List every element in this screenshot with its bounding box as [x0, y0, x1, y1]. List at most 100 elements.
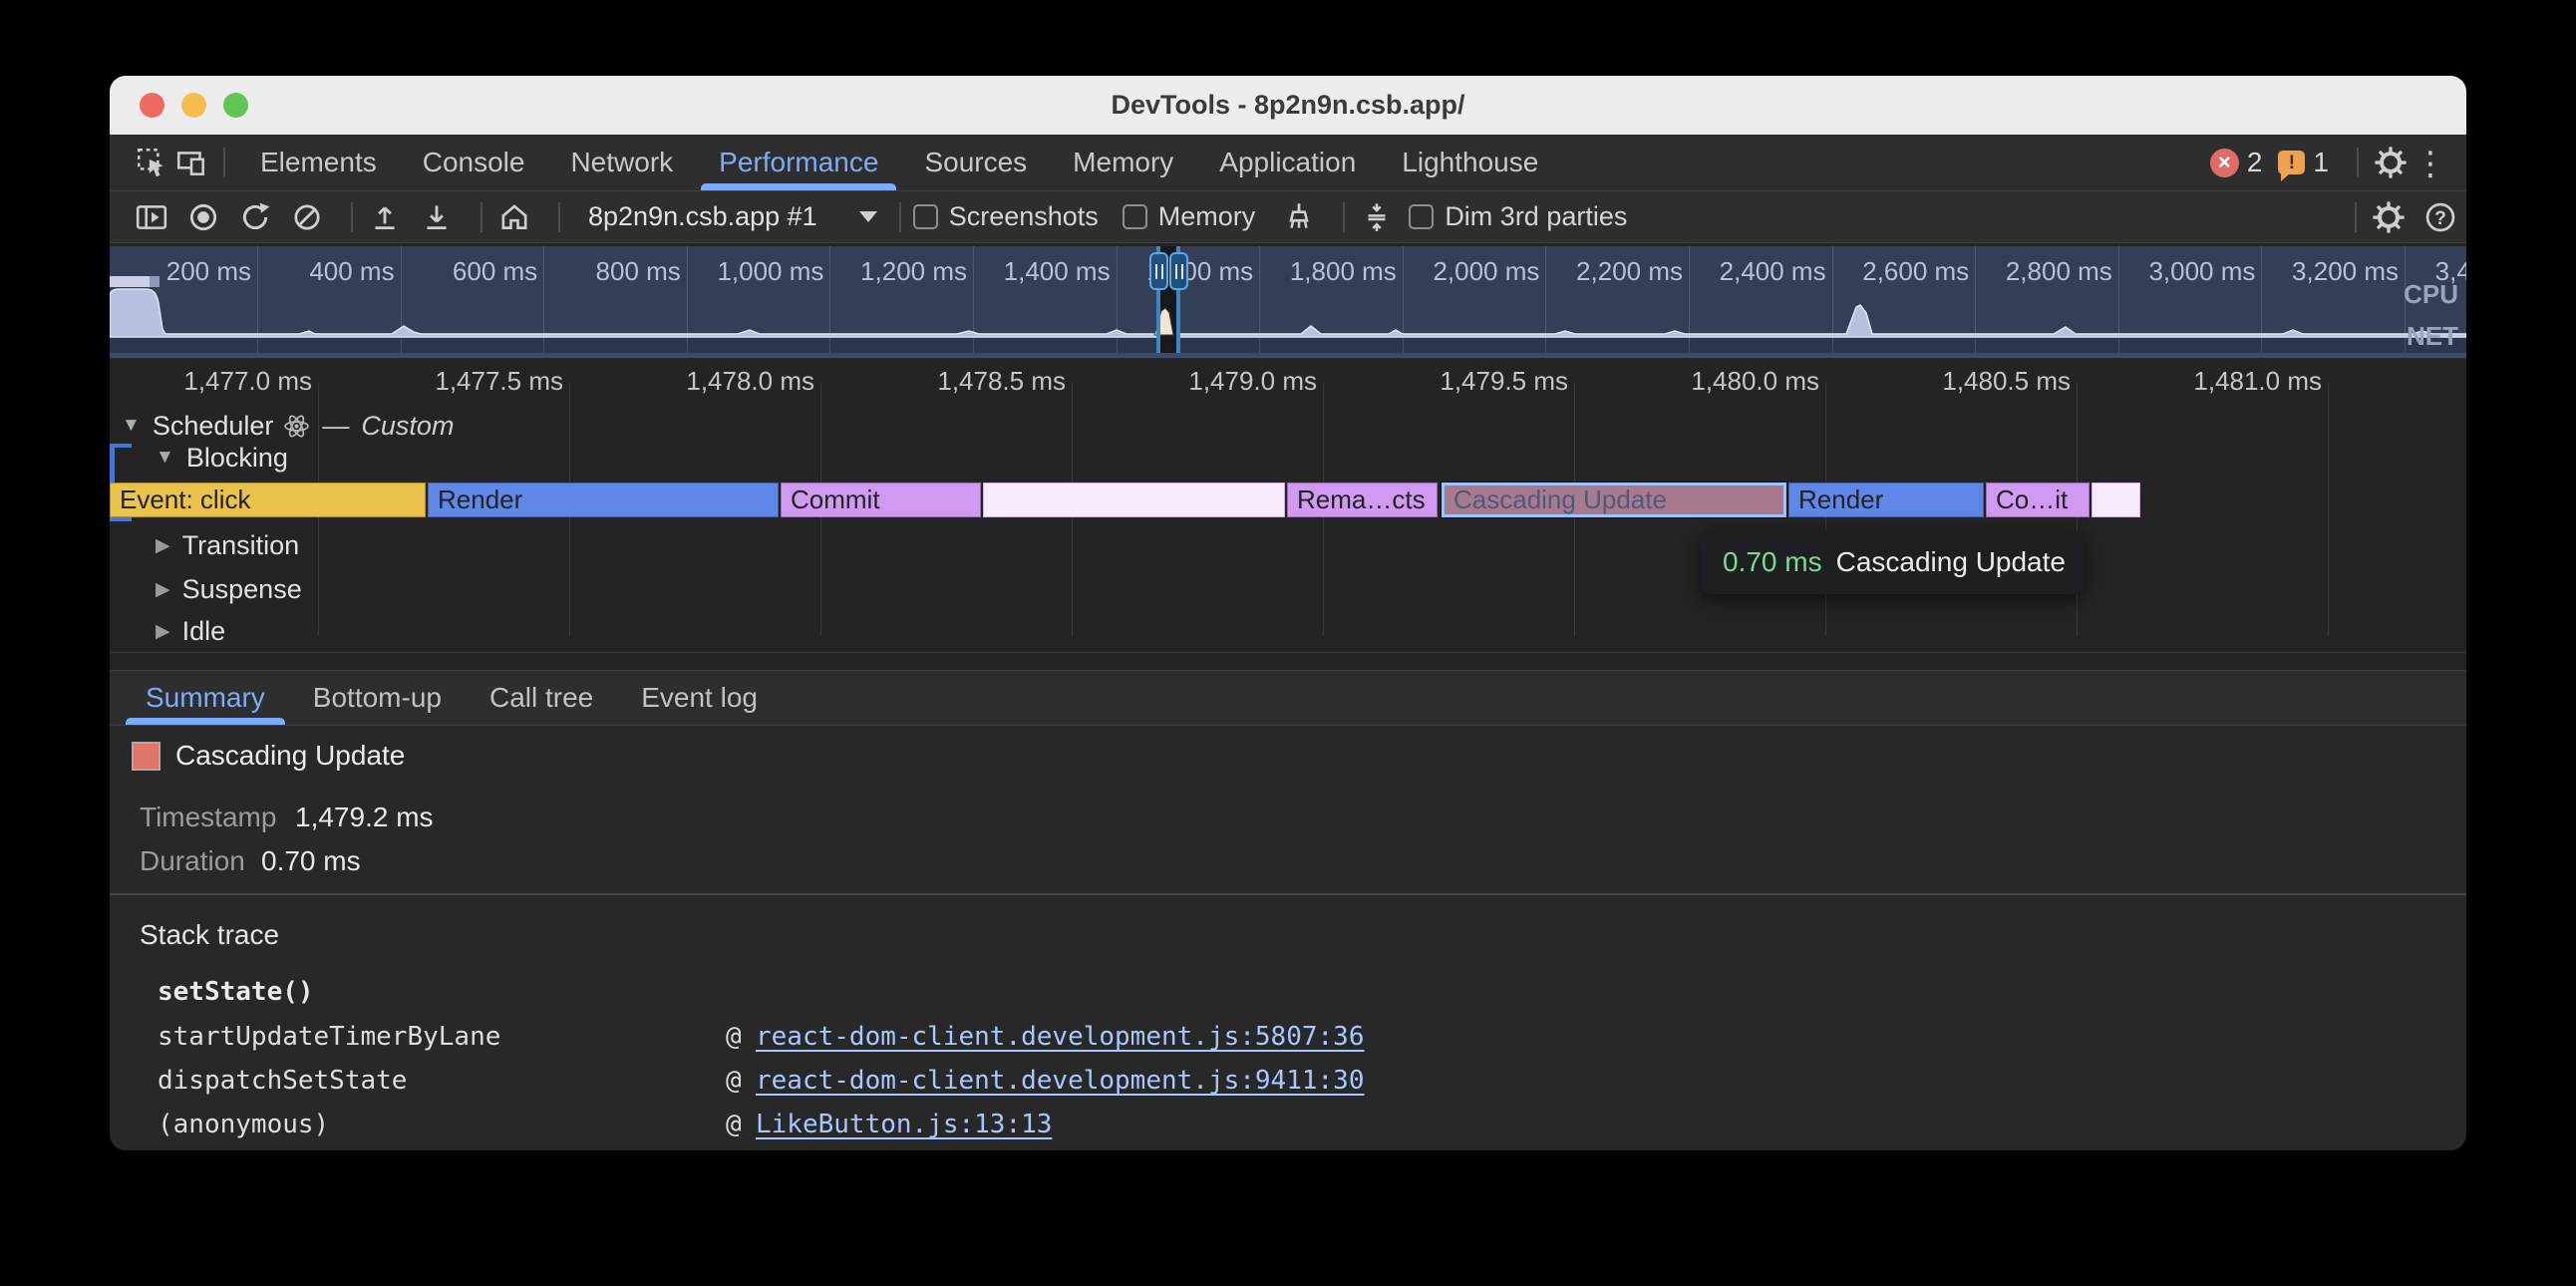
selection-right-handle[interactable] [1169, 252, 1188, 290]
tab-performance[interactable]: Performance [696, 135, 901, 190]
flame-bar-cascading-update[interactable]: Cascading Update [1442, 482, 1786, 517]
summary-event-name: Cascading Update [175, 740, 405, 772]
selection-left-handle[interactable] [1149, 252, 1168, 290]
collapse-triangle-icon[interactable]: ▼ [156, 447, 174, 469]
tab-console[interactable]: Console [400, 135, 548, 190]
collect-garbage-icon[interactable] [1279, 197, 1319, 237]
scheduler-track-label: Scheduler [153, 411, 274, 442]
memory-checkbox[interactable] [1123, 204, 1147, 229]
flame-bar-commit[interactable]: Commit [781, 482, 981, 517]
at-symbol: @ [726, 1110, 742, 1139]
track-transition[interactable]: ▶Transition [110, 530, 299, 560]
collapse-panel-icon[interactable] [1357, 197, 1397, 237]
flame-bar-event-click[interactable]: Event: click [110, 482, 426, 517]
record-and-reload-icon[interactable] [235, 197, 275, 237]
track-idle[interactable]: ▶Idle [110, 616, 225, 646]
tab-elements[interactable]: Elements [237, 135, 400, 190]
flame-bar-co-it[interactable]: Co…it [1986, 482, 2090, 517]
tab-network[interactable]: Network [547, 135, 696, 190]
timestamp-value: 1,479.2 ms [295, 802, 434, 833]
divider [899, 202, 901, 232]
expand-triangle-icon[interactable]: ▶ [156, 578, 170, 601]
blocking-flame-row: Event: clickRenderCommitRema…ctsCascadin… [110, 482, 2466, 517]
details-tab-event-log[interactable]: Event log [617, 671, 782, 725]
error-icon[interactable]: × [2210, 149, 2239, 177]
issues-icon[interactable]: ! [2278, 151, 2305, 174]
close-window-button[interactable] [140, 93, 164, 118]
timeline-overview[interactable]: 200 ms400 ms600 ms800 ms1,000 ms1,200 ms… [110, 243, 2466, 353]
ruler-tick-label: 1,479.5 ms [1389, 366, 1568, 397]
svg-text:?: ? [2434, 207, 2446, 228]
flame-bar-render[interactable]: Render [428, 482, 779, 517]
ruler-tick-label: 1,478.5 ms [886, 366, 1066, 397]
memory-label: Memory [1158, 201, 1256, 232]
source-location-link[interactable]: LikeButton.js:13:13 [756, 1110, 1052, 1139]
issue-count[interactable]: 1 [2313, 147, 2329, 178]
ruler-tick-label: 1,479.0 ms [1137, 366, 1317, 397]
inspect-element-icon[interactable] [132, 143, 171, 182]
capture-settings-gear-icon[interactable] [2369, 197, 2409, 237]
flame-bar-render[interactable]: Render [1788, 482, 1984, 517]
details-tab-call-tree[interactable]: Call tree [466, 671, 617, 725]
event-tooltip: 0.70 ms Cascading Update [1701, 530, 2084, 594]
help-icon[interactable]: ? [2420, 197, 2460, 237]
load-profile-icon[interactable] [365, 197, 405, 237]
track-blocking[interactable]: ▼ Blocking [110, 443, 288, 473]
flame-bar-rema-cts[interactable]: Rema…cts [1287, 482, 1438, 517]
ruler-tick-label: 1,480.5 ms [1891, 366, 2071, 397]
collapse-triangle-icon[interactable]: ▼ [122, 415, 141, 437]
dim-3rd-parties-label: Dim 3rd parties [1445, 201, 1627, 232]
details-tab-summary[interactable]: Summary [122, 671, 289, 725]
performance-toolbar: 8p2n9n.csb.app #1 Screenshots Memory Dim… [110, 191, 2466, 243]
window-title: DevTools - 8p2n9n.csb.app/ [1111, 90, 1464, 121]
tab-memory[interactable]: Memory [1050, 135, 1196, 190]
trace-history-select[interactable]: 8p2n9n.csb.app #1 [588, 201, 877, 232]
source-location-link[interactable]: react-dom-client.development.js:9411:30 [756, 1066, 1364, 1096]
at-symbol: @ [726, 1022, 742, 1052]
details-tab-bottom-up[interactable]: Bottom-up [289, 671, 466, 725]
tab-sources[interactable]: Sources [901, 135, 1050, 190]
settings-gear-icon[interactable] [2371, 143, 2411, 182]
tabbar-right-cluster: × 2 ! 1 ⋮ [2210, 143, 2466, 182]
stack-frame-row: dispatchSetState@react-dom-client.develo… [110, 1066, 2466, 1098]
stack-frame-row: startUpdateTimerByLane @ react-dom-client.… [110, 1022, 2466, 1054]
panel-tabs: ElementsConsoleNetworkPerformanceSources… [237, 135, 1561, 190]
titlebar: DevTools - 8p2n9n.csb.app/ [110, 76, 2466, 136]
source-location-link[interactable]: react-dom-client.development.js:5807:36 [756, 1022, 1364, 1052]
screenshots-checkbox[interactable] [913, 204, 938, 229]
zoom-window-button[interactable] [223, 93, 248, 118]
expand-triangle-icon[interactable]: ▶ [156, 620, 170, 643]
devtools-tabbar: ElementsConsoleNetworkPerformanceSources… [110, 135, 2466, 191]
track-scheduler[interactable]: ▼ Scheduler — Custom [110, 411, 454, 441]
dim-3rd-parties-checkbox[interactable] [1409, 204, 1434, 229]
save-profile-icon[interactable] [417, 197, 457, 237]
duration-value: 0.70 ms [261, 845, 361, 877]
flame-chart-area[interactable]: 1,477.0 ms1,477.5 ms1,478.0 ms1,478.5 ms… [110, 359, 2466, 670]
toggle-sidebar-icon[interactable] [132, 197, 171, 237]
at-symbol: @ [726, 1066, 742, 1096]
track-suspense[interactable]: ▶ Suspense [110, 574, 302, 604]
react-atom-icon [283, 413, 310, 440]
device-toolbar-icon[interactable] [171, 143, 211, 182]
divider [2355, 202, 2357, 232]
timestamp-label: Timestamp [140, 802, 276, 833]
expand-triangle-icon[interactable]: ▶ [156, 534, 170, 557]
stack-trace-heading: Stack trace [140, 919, 279, 951]
flame-bar-unnamed[interactable] [983, 482, 1285, 517]
error-count[interactable]: 2 [2247, 147, 2263, 178]
tab-lighthouse[interactable]: Lighthouse [1379, 135, 1561, 190]
divider [481, 202, 483, 232]
minimize-window-button[interactable] [181, 93, 206, 118]
duration-label: Duration [140, 845, 245, 877]
more-options-icon[interactable]: ⋮ [2411, 143, 2450, 182]
home-icon[interactable] [494, 197, 534, 237]
stack-frame-function: startUpdateTimerByLane [158, 1022, 500, 1052]
tab-application[interactable]: Application [1196, 135, 1379, 190]
flame-bar-unnamed[interactable] [2092, 482, 2140, 517]
grid-layer [110, 383, 2466, 676]
stack-origin: setState() [158, 977, 314, 1007]
divider [351, 202, 353, 232]
record-icon[interactable] [183, 197, 223, 237]
clear-icon[interactable] [287, 197, 327, 237]
track-label: Suspense [182, 574, 302, 605]
